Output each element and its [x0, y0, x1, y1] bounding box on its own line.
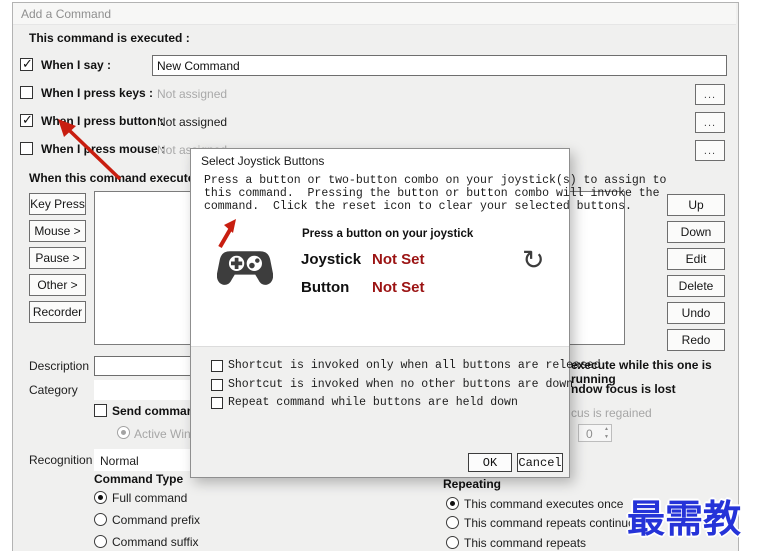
- other-menu-button[interactable]: Other >: [29, 274, 86, 296]
- mouse-browse-button[interactable]: ...: [695, 140, 725, 161]
- select-joystick-buttons-dialog: Select Joystick Buttons Press a button o…: [190, 148, 666, 478]
- released-only-checkbox[interactable]: [211, 360, 223, 372]
- focus-lost-text: ndow focus is lost: [571, 382, 676, 396]
- press-button-prompt: Press a button on your joystick: [302, 228, 474, 240]
- button-label: Button: [301, 279, 350, 296]
- watermark-text: 最需教育: [627, 496, 742, 541]
- active-window-radio[interactable]: [117, 426, 130, 439]
- delete-button[interactable]: Delete: [667, 275, 725, 297]
- executes-once-label: This command executes once: [464, 497, 624, 511]
- redo-button[interactable]: Redo: [667, 329, 725, 351]
- focus-regained-text: cus is regained: [571, 406, 652, 420]
- keys-value: Not assigned: [157, 87, 228, 101]
- category-label: Category: [29, 383, 78, 397]
- repeats-continuously-radio[interactable]: [446, 516, 459, 529]
- command-suffix-radio[interactable]: [94, 535, 107, 548]
- button-value: Not assigned: [157, 115, 228, 129]
- reset-icon[interactable]: ↻: [522, 247, 545, 274]
- pause-menu-button[interactable]: Pause >: [29, 247, 86, 269]
- repeats-label: This command repeats: [464, 536, 587, 550]
- repeating-header: Repeating: [443, 477, 502, 491]
- red-arrow-annotation-small: [218, 219, 236, 249]
- released-only-label: Shortcut is invoked only when all button…: [228, 359, 601, 372]
- ok-button[interactable]: OK: [468, 453, 512, 472]
- full-command-label: Full command: [112, 491, 188, 505]
- no-other-buttons-label: Shortcut is invoked when no other button…: [228, 378, 574, 391]
- command-prefix-radio[interactable]: [94, 513, 107, 526]
- command-prefix-label: Command prefix: [112, 513, 201, 527]
- executes-once-radio[interactable]: [446, 497, 459, 510]
- repeats-radio[interactable]: [446, 536, 459, 549]
- instructions-line3: command. Click the reset icon to clear y…: [204, 200, 632, 213]
- spinner-value: 0: [586, 427, 593, 441]
- instructions-line1: Press a button or two-button combo on yo…: [204, 174, 667, 187]
- undo-button[interactable]: Undo: [667, 302, 725, 324]
- red-arrow-annotation: [58, 119, 122, 181]
- command-type-header: Command Type: [94, 472, 184, 486]
- full-command-radio[interactable]: [94, 491, 107, 504]
- recognition-label: Recognition: [29, 453, 93, 467]
- screenshot-stage: Add a Command This command is executed :…: [0, 0, 757, 551]
- repeat-held-label: Repeat command while buttons are held do…: [228, 396, 518, 409]
- joystick-label: Joystick: [301, 251, 362, 268]
- dialog-title: Select Joystick Buttons: [201, 154, 325, 168]
- keys-browse-button[interactable]: ...: [695, 84, 725, 105]
- delay-spinner[interactable]: 0 ▲ ▼: [578, 424, 612, 442]
- key-press-button[interactable]: Key Press: [29, 193, 86, 215]
- when-i-press-button-checkbox[interactable]: [20, 112, 33, 128]
- button-value: Not Set: [372, 279, 425, 296]
- mouse-menu-button[interactable]: Mouse >: [29, 220, 86, 242]
- button-browse-button[interactable]: ...: [695, 112, 725, 133]
- joystick-value: Not Set: [372, 251, 425, 268]
- send-command-checkbox[interactable]: [94, 404, 107, 417]
- no-other-buttons-checkbox[interactable]: [211, 379, 223, 391]
- recognition-value: Normal: [100, 454, 139, 468]
- when-i-say-label: When I say :: [41, 58, 112, 72]
- cancel-button[interactable]: Cancel: [517, 453, 563, 472]
- edit-button[interactable]: Edit: [667, 248, 725, 270]
- spinner-arrows-icon[interactable]: ▲ ▼: [604, 425, 609, 441]
- up-button[interactable]: Up: [667, 194, 725, 216]
- when-i-say-checkbox[interactable]: [20, 56, 33, 72]
- when-i-press-keys-label: When I press keys :: [41, 86, 154, 100]
- command-suffix-label: Command suffix: [112, 535, 199, 549]
- command-name-input[interactable]: [152, 55, 727, 76]
- when-i-press-mouse-checkbox[interactable]: [20, 142, 33, 155]
- window-titlebar: [13, 3, 736, 25]
- window-title: Add a Command: [21, 7, 112, 21]
- gamepad-icon: [217, 251, 273, 285]
- repeat-held-checkbox[interactable]: [211, 397, 223, 409]
- down-button[interactable]: Down: [667, 221, 725, 243]
- description-label: Description: [29, 359, 90, 373]
- executed-header: This command is executed :: [29, 31, 190, 45]
- when-i-press-keys-checkbox[interactable]: [20, 86, 33, 99]
- recorder-button[interactable]: Recorder: [29, 301, 86, 323]
- instructions-line2: this command. Pressing the button or but…: [204, 187, 660, 200]
